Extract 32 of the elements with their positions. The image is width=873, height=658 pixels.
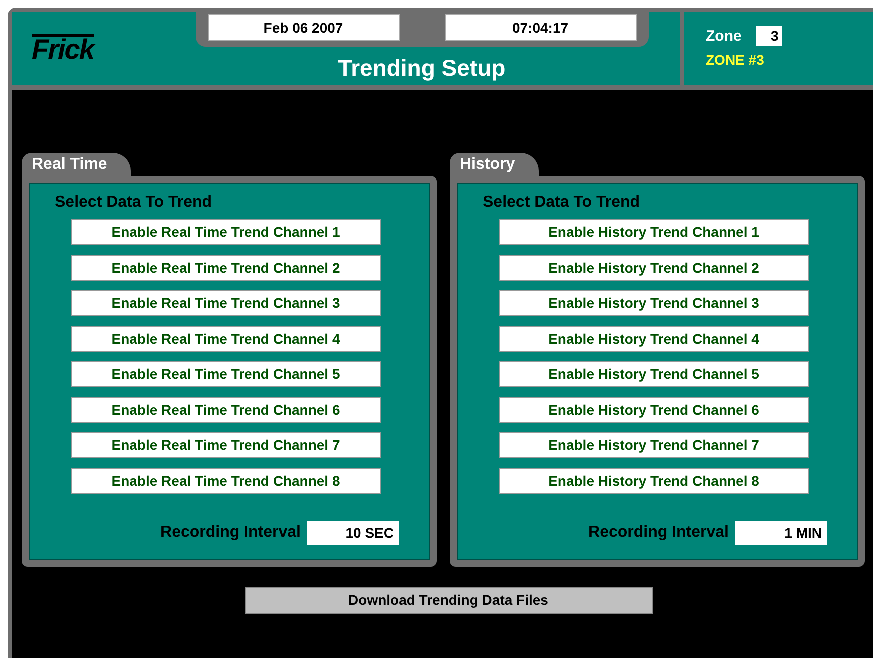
- channel-button[interactable]: Enable Real Time Trend Channel 3: [71, 290, 381, 316]
- channel-button[interactable]: Enable History Trend Channel 1: [499, 219, 809, 245]
- zone-field[interactable]: 3: [756, 26, 782, 46]
- channel-button[interactable]: Enable Real Time Trend Channel 8: [71, 468, 381, 494]
- interval-label: Recording Interval: [160, 524, 301, 542]
- panel-tab[interactable]: History: [450, 153, 540, 176]
- channel-button[interactable]: Enable Real Time Trend Channel 7: [71, 432, 381, 458]
- channel-button[interactable]: Enable History Trend Channel 4: [499, 326, 809, 352]
- channel-button[interactable]: Enable History Trend Channel 5: [499, 361, 809, 387]
- channel-button[interactable]: Enable History Trend Channel 8: [499, 468, 809, 494]
- channel-button[interactable]: Enable History Trend Channel 2: [499, 254, 809, 280]
- zone-name: ZONE #3: [706, 52, 766, 68]
- channel-button[interactable]: Enable Real Time Trend Channel 4: [71, 326, 381, 352]
- panel-heading: Select Data To Trend: [483, 194, 642, 212]
- channel-button[interactable]: Enable History Trend Channel 3: [499, 290, 809, 316]
- date-display: Feb 06 2007: [208, 14, 400, 41]
- channel-button[interactable]: Enable Real Time Trend Channel 1: [71, 219, 381, 245]
- zone-label: Zone: [706, 28, 742, 44]
- time-display: 07:04:17: [444, 14, 636, 41]
- panel-tab[interactable]: Real Time: [22, 153, 132, 176]
- logo-text: Frick: [32, 34, 94, 63]
- channel-button[interactable]: Enable Real Time Trend Channel 2: [71, 254, 381, 280]
- screen-title: Trending Setup: [338, 55, 506, 82]
- channel-button[interactable]: Enable History Trend Channel 7: [499, 432, 809, 458]
- interval-field[interactable]: 10 SEC: [307, 520, 399, 544]
- channel-button[interactable]: Enable Real Time Trend Channel 6: [71, 396, 381, 422]
- interval-field[interactable]: 1 MIN: [735, 520, 827, 544]
- interval-label: Recording Interval: [588, 524, 729, 542]
- channel-button[interactable]: Enable History Trend Channel 6: [499, 396, 809, 422]
- channel-button[interactable]: Enable Real Time Trend Channel 5: [71, 361, 381, 387]
- panel-heading: Select Data To Trend: [55, 194, 214, 212]
- download-button[interactable]: Download Trending Data Files: [244, 586, 652, 614]
